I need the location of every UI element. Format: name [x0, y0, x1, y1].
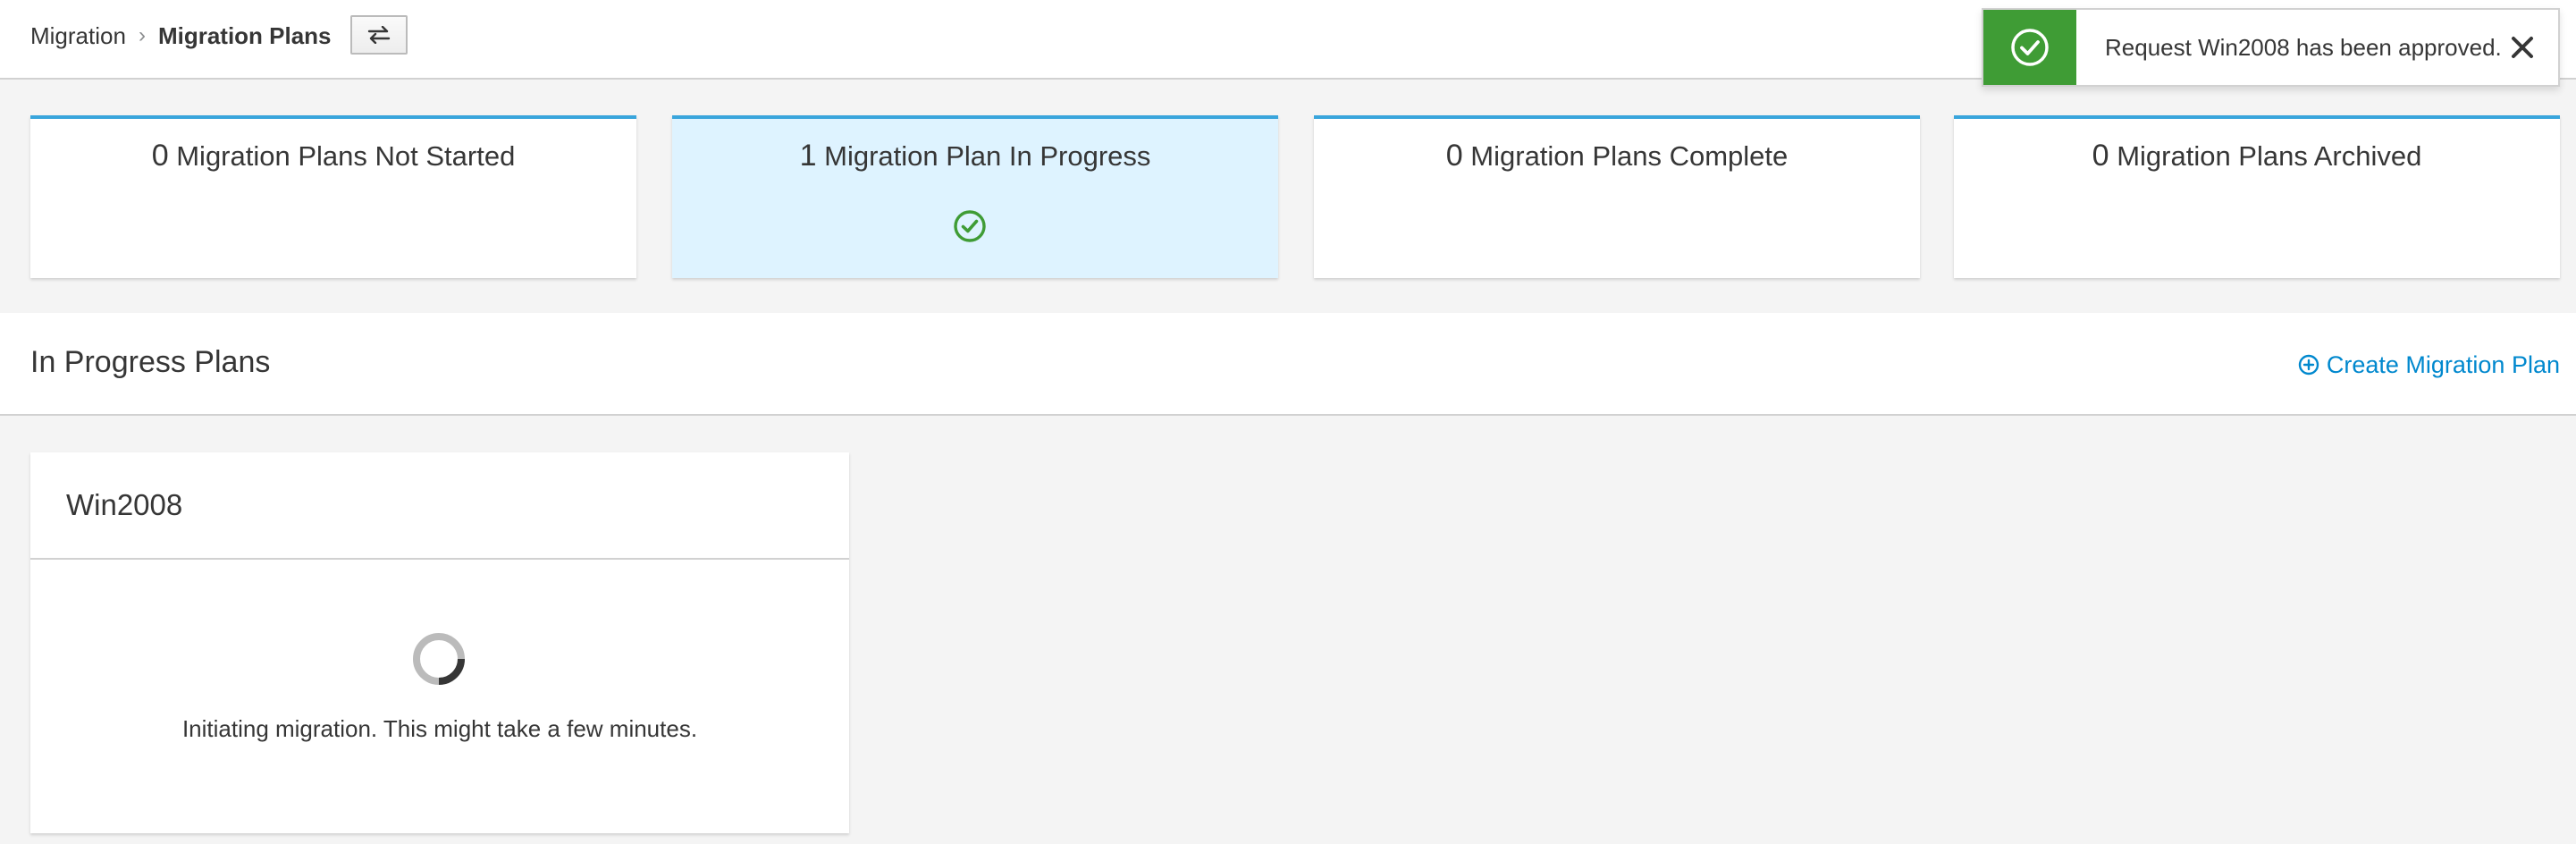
card-label: Migration Plans Not Started	[176, 140, 516, 172]
card-count: 0	[1445, 139, 1463, 173]
card-count: 1	[799, 139, 817, 173]
check-circle-icon	[954, 210, 986, 242]
create-migration-plan-link[interactable]: Create Migration Plan	[2298, 349, 2560, 381]
breadcrumb-current-page: Migration Plans	[157, 21, 332, 49]
create-migration-plan-label: Create Migration Plan	[2326, 350, 2560, 378]
card-archived[interactable]: 0 Migration Plans Archived	[1954, 115, 2560, 278]
card-label: Migration Plan In Progress	[824, 140, 1151, 172]
plus-circle-icon	[2298, 354, 2319, 376]
toast-message: Request Win2008 has been approved.	[2105, 33, 2502, 61]
plan-card: Win2008 Initiating migration. This might…	[30, 452, 849, 833]
card-in-progress[interactable]: 1 Migration Plan In Progress	[672, 115, 1278, 278]
check-circle-icon	[2011, 29, 2049, 66]
card-count: 0	[151, 139, 169, 173]
breadcrumb-separator: ›	[138, 23, 146, 47]
card-count: 0	[2092, 139, 2109, 173]
card-title: 0 Migration Plans Complete	[1314, 139, 1920, 173]
card-title: 0 Migration Plans Not Started	[30, 139, 636, 173]
toggle-view-button[interactable]	[350, 15, 408, 55]
section-title: In Progress Plans	[30, 345, 271, 379]
loading-spinner-icon	[413, 633, 465, 685]
toast-status-box	[1983, 10, 2076, 85]
success-toast: Request Win2008 has been approved.	[1982, 8, 2560, 87]
close-icon	[2512, 37, 2533, 58]
plan-card-header: Win2008	[30, 452, 849, 560]
in-progress-section-header: In Progress Plans Create Migration Plan	[0, 313, 2576, 416]
toast-close-button[interactable]	[2508, 33, 2537, 62]
plan-name[interactable]: Win2008	[66, 488, 182, 522]
plan-status-message: Initiating migration. This might take a …	[181, 715, 698, 742]
card-complete[interactable]: 0 Migration Plans Complete	[1314, 115, 1920, 278]
card-label: Migration Plans Archived	[2117, 140, 2422, 172]
card-title: 1 Migration Plan In Progress	[672, 139, 1278, 173]
exchange-arrows-icon	[367, 26, 391, 44]
card-label: Migration Plans Complete	[1470, 140, 1789, 172]
breadcrumb: Migration › Migration Plans	[30, 20, 332, 52]
card-not-started[interactable]: 0 Migration Plans Not Started	[30, 115, 636, 278]
breadcrumb-link-migration[interactable]: Migration	[30, 22, 126, 50]
card-title: 0 Migration Plans Archived	[1954, 139, 2560, 173]
